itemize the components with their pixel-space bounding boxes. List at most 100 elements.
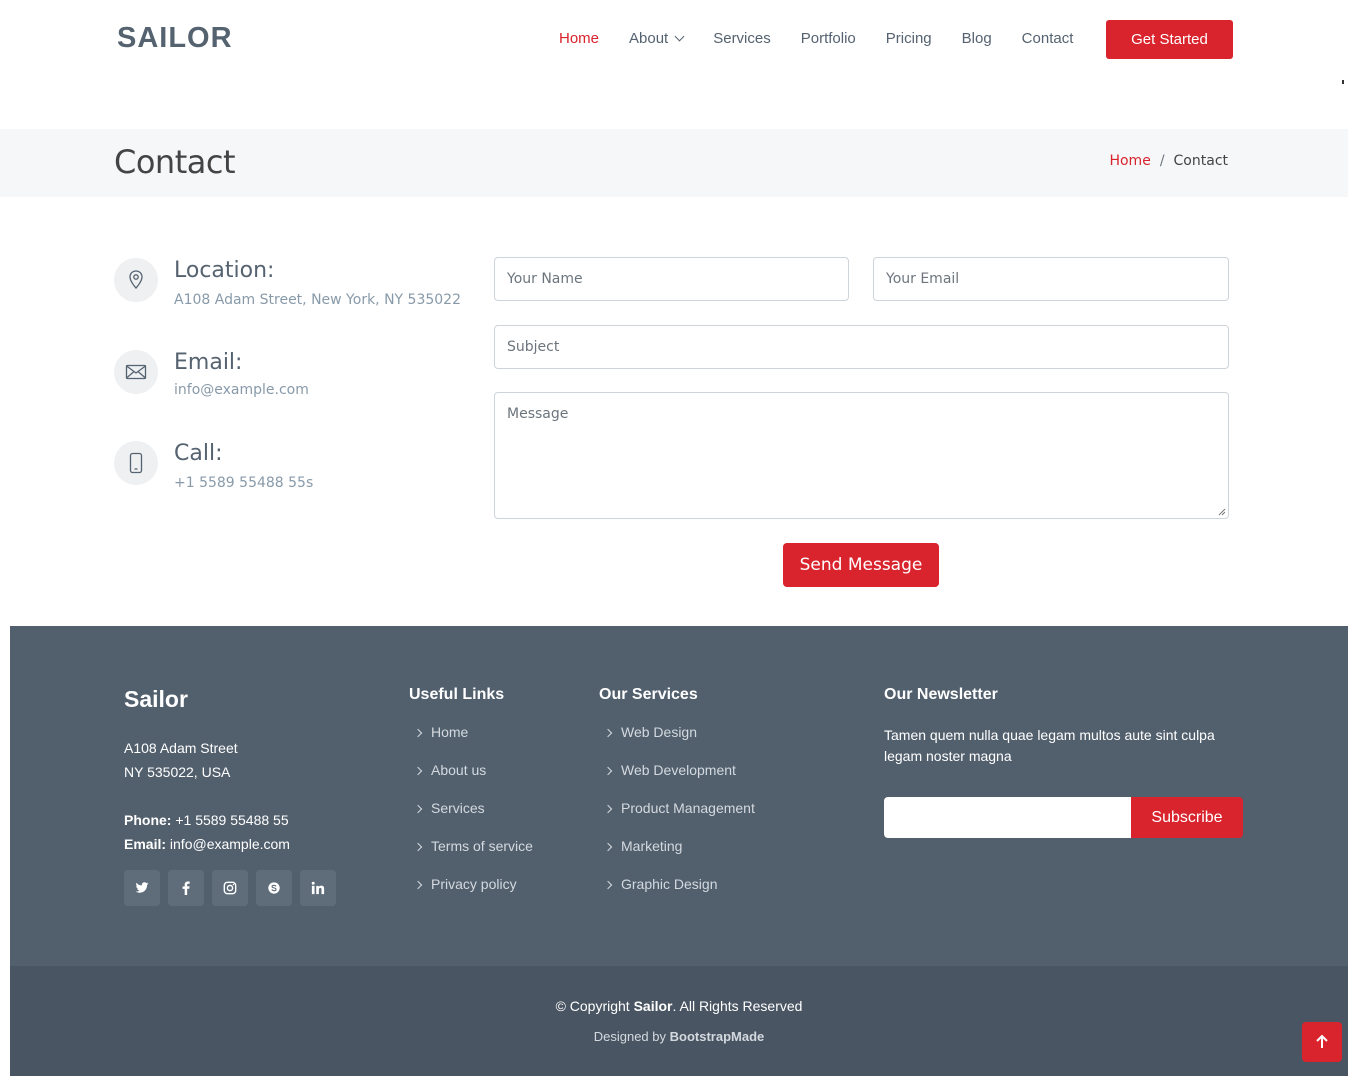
footer-link-services[interactable]: Services [409, 800, 533, 838]
nav-contact[interactable]: Contact [1022, 30, 1074, 47]
credits-link[interactable]: BootstrapMade [670, 1029, 765, 1044]
nav-blog[interactable]: Blog [962, 30, 992, 47]
facebook-icon[interactable] [168, 870, 204, 906]
breadcrumb: Home / Contact [1109, 153, 1228, 169]
footer-phone-label: Phone: [124, 812, 172, 828]
footer-service-label: Web Development [621, 762, 736, 778]
useful-links-title: Useful Links [409, 686, 505, 703]
footer-address-line1: A108 Adam Street [124, 740, 238, 756]
chevron-right-icon [603, 804, 613, 814]
credits-prefix: Designed by [593, 1029, 667, 1044]
copyright: © Copyright Sailor. All Rights Reserved [10, 998, 1348, 1014]
chevron-right-icon [413, 804, 423, 814]
useful-links-list: Home About us Services Terms of service … [409, 724, 533, 914]
chevron-right-icon [413, 766, 423, 776]
send-message-button[interactable]: Send Message [783, 543, 939, 587]
nav-pricing[interactable]: Pricing [886, 30, 932, 47]
arrow-up-icon [1316, 1034, 1328, 1048]
email-text: info@example.com [174, 382, 309, 398]
breadcrumb-bar: Contact Home / Contact [0, 129, 1348, 197]
email-input[interactable]: Your Email [873, 257, 1229, 301]
subscribe-button[interactable]: Subscribe [1131, 797, 1243, 838]
nav-portfolio[interactable]: Portfolio [801, 30, 856, 47]
footer-link-label: About us [431, 762, 487, 778]
footer-email-label: Email: [124, 836, 167, 852]
email-title: Email: [174, 350, 243, 375]
footer-link-home[interactable]: Home [409, 724, 533, 762]
footer-phone-value: +1 5589 55488 55 [175, 812, 289, 828]
call-title: Call: [174, 441, 223, 466]
call-text: +1 5589 55488 55s [174, 475, 314, 491]
footer-service-label: Web Design [621, 724, 698, 740]
twitter-icon[interactable] [124, 870, 160, 906]
main-nav: Home About Services Portfolio Pricing Bl… [559, 30, 1103, 47]
back-to-top-button[interactable] [1302, 1022, 1342, 1062]
page-title: Contact [114, 143, 236, 181]
chevron-right-icon [413, 842, 423, 852]
footer-link-label: Terms of service [431, 838, 533, 854]
nav-about[interactable]: About [629, 30, 685, 47]
footer-service-label: Graphic Design [621, 876, 718, 892]
footer-link-label: Home [431, 724, 469, 740]
linkedin-icon[interactable] [300, 870, 336, 906]
footer-service-label: Product Management [621, 800, 755, 816]
newsletter-text: Tamen quem nulla quae legam multos aute … [884, 727, 1215, 764]
footer-service-web-development[interactable]: Web Development [599, 762, 755, 800]
chevron-right-icon [413, 728, 423, 738]
get-started-button[interactable]: Get Started [1106, 20, 1233, 59]
footer-brand: Sailor [124, 686, 188, 712]
phone-icon [114, 441, 158, 485]
footer-service-web-design[interactable]: Web Design [599, 724, 755, 762]
footer-contact: Phone: +1 5589 55488 55 Email: info@exam… [124, 808, 290, 856]
nav-home[interactable]: Home [559, 30, 599, 47]
footer-address: A108 Adam Street NY 535022, USA [124, 736, 238, 784]
footer-service-label: Marketing [621, 838, 683, 854]
map-pin-icon [114, 258, 158, 302]
footer-bottom: © Copyright Sailor. All Rights Reserved … [10, 966, 1348, 1076]
chevron-right-icon [603, 728, 613, 738]
site-header: SAILOR Home About Services Portfolio Pri… [0, 0, 1348, 80]
footer-link-about[interactable]: About us [409, 762, 533, 800]
copyright-brand: Sailor [633, 998, 673, 1014]
instagram-icon[interactable] [212, 870, 248, 906]
footer-address-line2: NY 535022, USA [124, 764, 231, 780]
footer-link-label: Privacy policy [431, 876, 517, 892]
chevron-right-icon [413, 880, 423, 890]
footer-service-product-management[interactable]: Product Management [599, 800, 755, 838]
breadcrumb-current: Contact [1173, 153, 1228, 169]
footer-link-privacy[interactable]: Privacy policy [409, 876, 533, 914]
newsletter-title: Our Newsletter [884, 686, 998, 703]
breadcrumb-separator: / [1159, 153, 1165, 169]
message-textarea[interactable]: Message [494, 392, 1229, 519]
skype-icon[interactable] [256, 870, 292, 906]
chevron-right-icon [603, 842, 613, 852]
footer-link-label: Services [431, 800, 485, 816]
breadcrumb-home-link[interactable]: Home [1109, 153, 1150, 169]
nav-services[interactable]: Services [713, 30, 771, 47]
name-input[interactable]: Your Name [494, 257, 849, 301]
footer-service-marketing[interactable]: Marketing [599, 838, 755, 876]
resize-handle-icon[interactable] [1218, 508, 1226, 516]
footer: Sailor A108 Adam Street NY 535022, USA P… [10, 626, 1348, 966]
newsletter-email-input[interactable] [884, 797, 1131, 838]
divider [1342, 80, 1344, 84]
footer-email: Email: info@example.com [124, 832, 290, 856]
subject-input[interactable]: Subject [494, 325, 1229, 369]
nav-about-label: About [629, 30, 669, 47]
credits: Designed by BootstrapMade [10, 1029, 1348, 1044]
chevron-right-icon [603, 880, 613, 890]
copyright-prefix: © Copyright [555, 998, 630, 1014]
copyright-suffix: . All Rights Reserved [672, 998, 803, 1014]
location-title: Location: [174, 258, 275, 283]
footer-service-graphic-design[interactable]: Graphic Design [599, 876, 755, 914]
chevron-down-icon [674, 31, 685, 41]
location-text: A108 Adam Street, New York, NY 535022 [174, 292, 461, 308]
chevron-right-icon [603, 766, 613, 776]
social-links [124, 870, 344, 906]
footer-phone: Phone: +1 5589 55488 55 [124, 808, 290, 832]
footer-link-terms[interactable]: Terms of service [409, 838, 533, 876]
envelope-icon [114, 350, 158, 394]
our-services-title: Our Services [599, 686, 698, 703]
footer-email-value: info@example.com [169, 836, 290, 852]
site-logo[interactable]: SAILOR [117, 22, 233, 55]
